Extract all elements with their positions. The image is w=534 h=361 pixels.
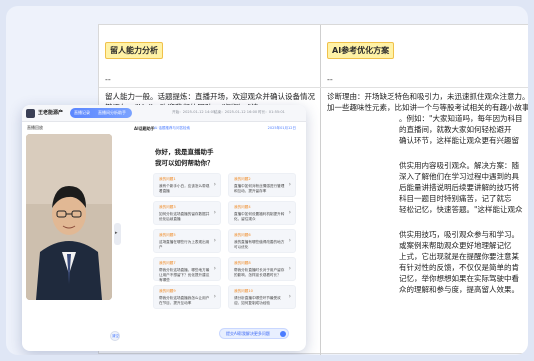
card-text: 直播中如何设置福利机制提升转化，留住观众: [234, 212, 285, 221]
col1-line-1: 留人能力一般。话题提炼：直播开场，欢迎观众并确认设备情况。关: [105, 92, 315, 101]
chat-title: AI话题助手: [134, 126, 155, 131]
question-card-7[interactable]: 我的问题7 帮我分析这场直播，哪些地方最让用户不想留下？优化提升建议有哪些 ›: [153, 257, 221, 282]
col2-line-3: 。例如："大家知道吗，每年因为科目: [399, 114, 523, 123]
chevron-right-icon: ›: [213, 209, 216, 216]
col2-line-5: 确认环节，这样能让观众更有兴趣留: [399, 136, 519, 145]
tab-analysis-assistant[interactable]: 直播间分析助手: [98, 110, 126, 116]
col2-line-9: 后能量讲措说明后续要讲解的技巧将: [399, 183, 519, 192]
chevron-right-icon: ›: [288, 209, 291, 216]
row-divider: [99, 87, 528, 88]
col2-line-10: 科目一题目时特别痛苦，记了就忘: [399, 194, 512, 203]
chevron-right-icon: ›: [213, 237, 216, 244]
question-card-6[interactable]: 我的问题6 我的直播有哪些值得改善的地方可以优化 ›: [228, 229, 296, 253]
card-text: 我有个新手小白，应该怎么带观看直播: [159, 184, 210, 193]
question-card-4[interactable]: 我的问题4 直播中如何设置福利机制提升转化，留住观众 ›: [228, 201, 296, 225]
chat-header: AI话题助手 AI 话题推荐与问答检索 2025年01月12日: [132, 124, 300, 134]
chevron-right-icon: ›: [288, 265, 291, 272]
col2-line-1: 诊断理由：开场缺乏特色和吸引力，未迅速抓住观众注意力。: [327, 92, 528, 101]
app-logo-icon: [26, 109, 35, 118]
card-label: 我的问题6: [234, 233, 251, 237]
clear-label: 清空: [112, 334, 119, 338]
card-label: 我的问题1: [159, 177, 176, 181]
col1-header: 留人能力分析: [105, 42, 163, 59]
question-card-8[interactable]: 我的问题8 帮我分析直播时长对于用户留存的影响，怎样延长观看时长？ ›: [228, 257, 296, 281]
meta-start: 开始：2025-01-12 14:05: [172, 110, 216, 114]
card-text: 帮我分析这场直播我怎么让用户在节目，提升互动率: [159, 296, 210, 305]
card-text: 这场直播在哪些行为上表现出用户: [159, 240, 210, 249]
col2-line-18: 众的理解和参与度，提高留人效果。: [399, 285, 519, 294]
clear-button[interactable]: 清空: [110, 331, 120, 341]
greeting-line-2: 我可以如何帮助你？: [155, 159, 214, 167]
avatar: [26, 134, 112, 300]
card-text: 帮我分析直播时长对于用户留存的影响，怎样延长观看时长？: [234, 268, 285, 277]
card-label: 我的问题4: [234, 205, 251, 209]
col2-line-16: 有针对性的反馈，不仅仅是简单的肯: [399, 263, 519, 272]
card-label: 我的问题2: [234, 177, 251, 181]
chevron-right-icon: ›: [288, 181, 291, 188]
col2-dash: --: [327, 75, 333, 84]
chevron-right-icon: ▸: [115, 230, 118, 236]
meta-duration: 时长：01:55:01: [258, 110, 285, 114]
card-label: 我的问题8: [234, 261, 251, 265]
column-divider: [320, 25, 321, 355]
card-text: 帮我分析这场直播，哪些地方最让用户不想留下？优化提升建议有哪些: [159, 268, 210, 282]
tab-live-record[interactable]: 直播记录: [74, 110, 90, 116]
col2-line-7: 供实用内容吸引观众。解决方案：随: [399, 161, 519, 170]
card-text: 直播中如何对粉丝情感进行管理和互动，提升留存率: [234, 184, 285, 193]
chat-subtitle: AI 话题推荐与问答检索: [154, 126, 191, 130]
question-card-1[interactable]: 我的问题1 我有个新手小白，应该怎么带观看直播 ›: [153, 173, 221, 197]
chevron-right-icon: ›: [213, 181, 216, 188]
col2-line-8: 深入了解他们在学习过程中遇到的具: [399, 172, 519, 181]
col2-line-11: 轻松记忆，快速答题。"这样能让观众: [399, 205, 523, 214]
submit-more-button[interactable]: 提交AI帮我解决更多问题: [219, 328, 289, 339]
sidebar-collapse-toggle[interactable]: ▸: [114, 223, 121, 245]
question-card-10[interactable]: 我的问题10 请分析直播中哪些环节最受欢迎，如何复制成功经验 ›: [228, 285, 296, 309]
col2-line-2: 加一些趣味性元素，比如讲一个与等股考试相关的有趣小故事: [327, 103, 528, 112]
chat-date: 2025年01月12日: [267, 126, 296, 130]
col2-header: AI参考优化方案: [327, 42, 395, 59]
question-card-5[interactable]: 我的问题5 这场直播在哪些行为上表现出用户 ›: [153, 229, 221, 253]
col2-line-14: 或案例来帮助观众更好地理解记忆: [399, 241, 512, 250]
greeting-line-1: 你好，我是直播助手: [155, 148, 214, 156]
question-card-9[interactable]: 我的问题9 帮我分析这场直播我怎么让用户在节目，提升互动率 ›: [153, 285, 221, 309]
card-label: 我的问题5: [159, 233, 176, 237]
col2-line-15: 上式，它出现就是在提醒你要注意某: [399, 252, 519, 261]
card-text: 请分析直播中哪些环节最受欢迎，如何复制成功经验: [234, 296, 281, 305]
tab-group: 直播记录 直播间分析助手: [70, 108, 132, 118]
submit-more-label: 提交AI帮我解决更多问题: [226, 331, 270, 336]
assistant-window: 王老能源产 直播记录 直播间分析助手 开始：2025-01-12 14:05 结…: [22, 105, 306, 351]
sidebar-label: 直播回放: [27, 125, 43, 130]
chevron-right-icon: ›: [288, 293, 291, 300]
col2-line-4: 的直播间，就教大家如何轻松避开: [399, 125, 512, 134]
col1-dash: --: [105, 75, 111, 84]
col2-line-17: 记忆，举你想想如果在实际驾驶中看: [399, 274, 519, 283]
sidebar-header: 直播回放: [22, 122, 112, 132]
chevron-right-icon: ›: [213, 265, 216, 272]
card-label: 我的问题7: [159, 261, 176, 265]
chevron-right-icon: ›: [288, 237, 291, 244]
presenter-image: [26, 134, 112, 300]
screenshot-frame: 留人能力分析 AI参考优化方案 -- -- 留人能力一般。话题提炼：直播开场，欢…: [6, 6, 528, 355]
title-bar: 王老能源产 直播记录 直播间分析助手 开始：2025-01-12 14:05 结…: [22, 105, 306, 122]
card-label: 我的问题3: [159, 205, 176, 209]
question-card-2[interactable]: 我的问题2 直播中如何对粉丝情感进行管理和互动，提升留存率 ›: [228, 173, 296, 197]
app-title: 王老能源产: [38, 110, 64, 116]
question-card-3[interactable]: 我的问题3 如何分析这场直播的留存数据并优化后续直播 ›: [153, 201, 221, 225]
card-text: 我的直播有哪些值得改善的地方可以优化: [234, 240, 285, 249]
col2-line-13: 供实用技巧，吸引观众参与和学习。: [399, 230, 519, 239]
card-label: 我的问题9: [159, 289, 176, 293]
card-label: 我的问题10: [234, 289, 253, 293]
card-text: 如何分析这场直播的留存数据并优化后续直播: [159, 212, 210, 221]
meta-end: 结束：2025-01-12 16:00: [214, 110, 258, 114]
send-icon: [280, 331, 286, 337]
chevron-right-icon: ›: [213, 293, 216, 300]
